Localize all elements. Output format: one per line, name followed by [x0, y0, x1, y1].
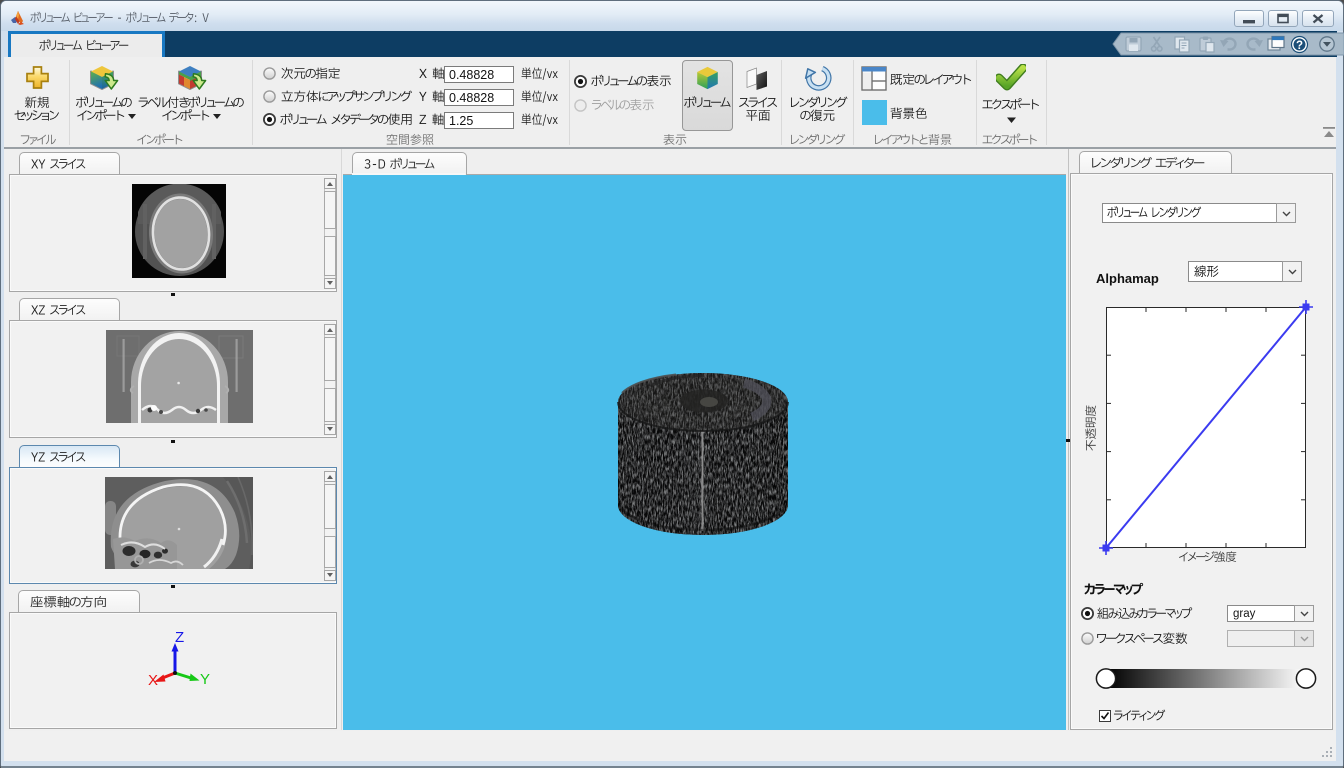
svg-text:?: ? — [1296, 40, 1303, 52]
